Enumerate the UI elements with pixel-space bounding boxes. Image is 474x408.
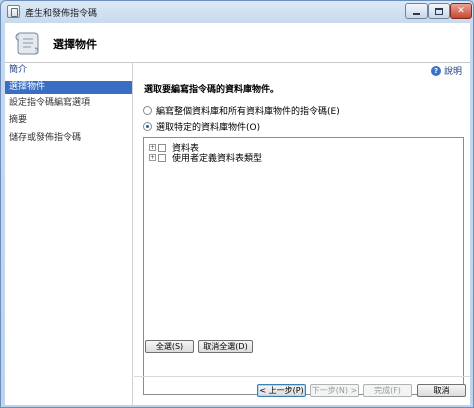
radio-label: 選取特定的資料庫物件(O)	[156, 123, 261, 133]
page-header: 選擇物件	[5, 23, 470, 63]
tree-item-label: 使用者定義資料表類型	[172, 154, 263, 164]
close-button[interactable]: ✕	[450, 3, 472, 19]
select-all-button[interactable]: 全選(S)	[145, 340, 194, 353]
close-icon: ✕	[457, 6, 465, 16]
main-panel: ? 說明 選取要編寫指令碼的資料庫物件。 編寫整個資料庫和所有資料庫物件的指令碼…	[134, 63, 470, 405]
dialog-body: 簡介 選擇物件 設定指令碼編寫選項 摘要 儲存或發佈指令碼 ? 說明 選取要編寫…	[5, 63, 470, 405]
help-icon: ?	[430, 65, 441, 76]
sidebar-item-summary[interactable]: 摘要	[5, 114, 132, 127]
window-title: 產生和發佈指令碼	[25, 9, 98, 19]
help-link[interactable]: ? 說明	[430, 64, 462, 77]
scroll-icon	[15, 32, 39, 55]
page-title: 選擇物件	[53, 38, 97, 51]
radio-select-specific-objects[interactable]: 選取特定的資料庫物件(O)	[143, 120, 260, 133]
sidebar-item-intro[interactable]: 簡介	[5, 63, 132, 77]
cancel-button[interactable]: 取消	[417, 384, 466, 397]
expand-icon[interactable]: +	[149, 154, 156, 161]
radio-label: 編寫整個資料庫和所有資料庫物件的指令碼(E)	[156, 107, 340, 117]
radio-button[interactable]	[143, 106, 152, 115]
object-tree[interactable]: + 資料表 + 使用者定義資料表類型	[143, 137, 464, 395]
sidebar-item-choose-objects[interactable]: 選擇物件	[5, 81, 132, 94]
minimize-icon	[413, 12, 420, 15]
section-title: 選取要編寫指令碼的資料庫物件。	[144, 85, 280, 95]
expand-icon[interactable]: +	[149, 144, 156, 151]
title-bar: 產生和發佈指令碼 ✕	[1, 1, 473, 23]
wizard-sidebar: 簡介 選擇物件 設定指令碼編寫選項 摘要 儲存或發佈指令碼	[5, 63, 133, 405]
deselect-all-button[interactable]: 取消全選(D)	[198, 340, 253, 353]
sidebar-item-save-or-publish[interactable]: 儲存或發佈指令碼	[5, 132, 132, 145]
maximize-icon	[435, 7, 443, 15]
tree-item-user-defined-table-types[interactable]: + 使用者定義資料表類型	[149, 151, 262, 164]
previous-button[interactable]: < 上一步(P)	[257, 384, 306, 397]
next-button[interactable]: 下一步(N) >	[310, 384, 359, 397]
finish-button[interactable]: 完成(F)	[363, 384, 412, 397]
radio-script-entire-database[interactable]: 編寫整個資料庫和所有資料庫物件的指令碼(E)	[143, 104, 340, 117]
maximize-button[interactable]	[428, 3, 450, 19]
dialog-window: 產生和發佈指令碼 ✕ 選擇物件 簡介 選擇物件 設定指令碼編寫選項 摘要 儲存或…	[0, 0, 474, 408]
minimize-button[interactable]	[405, 3, 428, 19]
help-label: 說明	[443, 67, 462, 77]
radio-button-selected[interactable]	[143, 122, 152, 131]
table-types-checkbox[interactable]	[158, 153, 166, 162]
sidebar-item-scripting-options[interactable]: 設定指令碼編寫選項	[5, 97, 132, 110]
footer-divider	[134, 376, 470, 377]
app-icon	[7, 5, 20, 18]
